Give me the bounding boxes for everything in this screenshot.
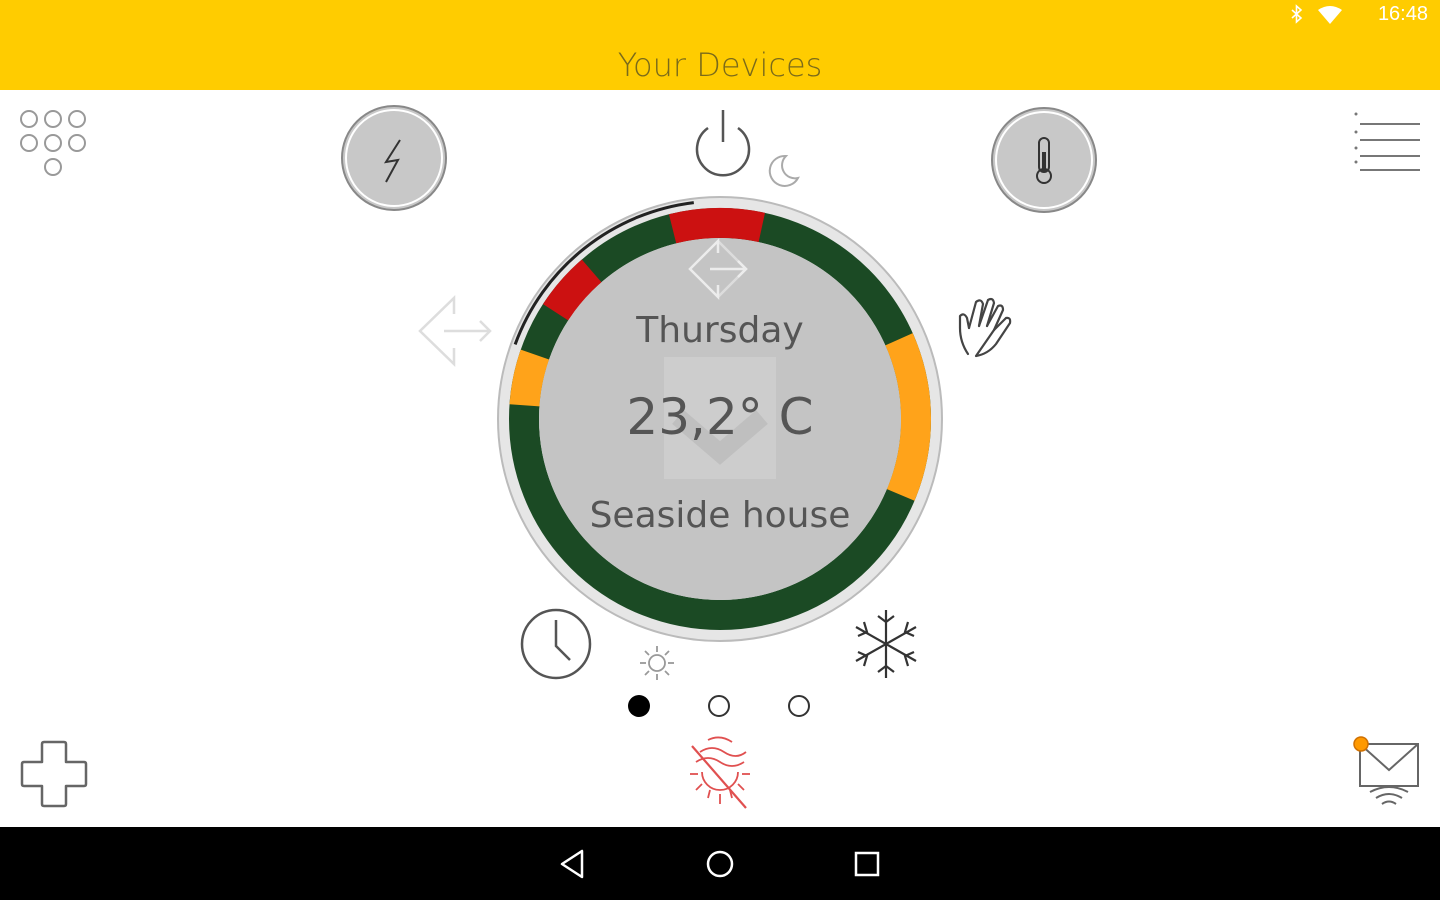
messages-button[interactable] xyxy=(1348,732,1424,817)
mail-icon xyxy=(1353,736,1419,805)
night-mode-button[interactable] xyxy=(764,152,802,195)
page-indicator xyxy=(624,692,824,727)
recents-icon xyxy=(854,851,880,877)
page-title: Your Devices xyxy=(617,46,823,84)
heating-toggle-button[interactable] xyxy=(680,732,760,817)
app-header: 16:48 Your Devices xyxy=(0,0,1440,90)
home-icon xyxy=(706,850,734,878)
add-device-button[interactable] xyxy=(18,738,90,815)
plus-icon xyxy=(20,740,88,808)
dial-day: Thursday xyxy=(636,310,804,351)
schedule-button[interactable] xyxy=(518,606,594,687)
day-mode-button[interactable] xyxy=(638,644,676,687)
grid-icon xyxy=(20,110,86,176)
temperature-button[interactable] xyxy=(990,106,1098,219)
snowflake-icon xyxy=(855,610,917,678)
menu-button[interactable] xyxy=(1352,110,1424,179)
clock-icon xyxy=(520,608,592,680)
frost-mode-button[interactable] xyxy=(848,608,924,685)
recents-button[interactable] xyxy=(850,847,884,886)
sun-icon xyxy=(640,646,674,680)
dial-temperature: 23,2° C xyxy=(626,388,814,446)
notification-badge xyxy=(1353,736,1369,752)
status-time: 16:48 xyxy=(1377,3,1428,25)
home-button[interactable] xyxy=(703,847,737,886)
wifi-icon xyxy=(1318,6,1342,24)
status-icons xyxy=(1288,4,1348,31)
moon-icon xyxy=(768,154,800,187)
dial-location: Seaside house xyxy=(589,495,851,536)
energy-button[interactable] xyxy=(340,104,448,217)
power-icon xyxy=(695,110,751,177)
page-dot[interactable] xyxy=(708,695,730,717)
heating-off-icon xyxy=(690,736,750,809)
back-icon xyxy=(560,849,584,879)
power-button[interactable] xyxy=(688,108,758,183)
grid-button[interactable] xyxy=(18,108,90,185)
menu-icon xyxy=(1354,112,1420,171)
back-button[interactable] xyxy=(556,847,590,886)
page-dot-active[interactable] xyxy=(628,695,650,717)
bluetooth-icon xyxy=(1291,4,1303,24)
page-dot[interactable] xyxy=(788,695,810,717)
system-nav-bar xyxy=(0,827,1440,900)
